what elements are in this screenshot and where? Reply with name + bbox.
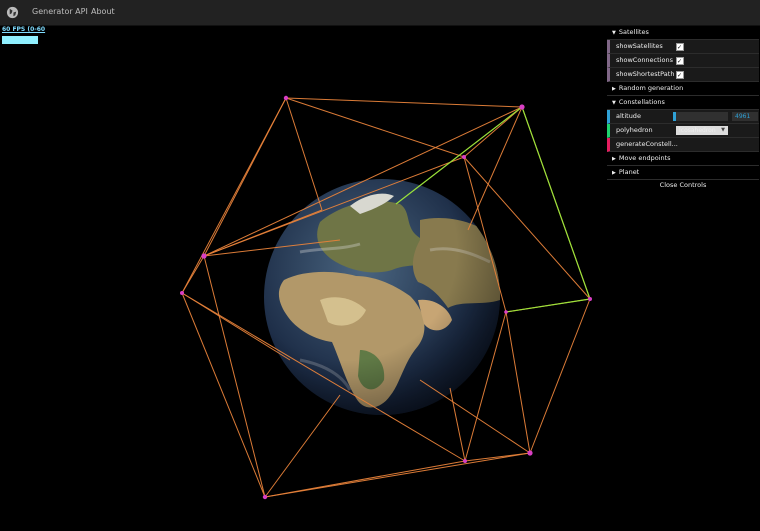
satellite-node[interactable] xyxy=(519,104,525,110)
show-connections-label: showConnections xyxy=(616,56,673,64)
altitude-input[interactable]: 4961 xyxy=(732,112,758,121)
chevron-down-icon: ▼ xyxy=(721,127,725,133)
satellite-node[interactable] xyxy=(462,155,466,159)
satellite-node[interactable] xyxy=(527,450,533,456)
altitude-slider-fill xyxy=(673,112,676,121)
caret-right-icon: ▶ xyxy=(612,170,616,176)
folder-constellations-label: Constellations xyxy=(618,98,665,106)
folder-satellites[interactable]: ▼ Satellites xyxy=(607,26,759,40)
folder-move-label: Move endpoints xyxy=(618,154,671,162)
folder-satellites-label: Satellites xyxy=(618,28,649,36)
satellite-node[interactable] xyxy=(504,310,508,314)
folder-move-endpoints[interactable]: ▶ Move endpoints xyxy=(607,152,759,166)
caret-down-icon: ▼ xyxy=(612,30,616,36)
folder-random-generation[interactable]: ▶ Random generation xyxy=(607,82,759,96)
satellite-node[interactable] xyxy=(588,297,592,301)
satellite-node[interactable] xyxy=(283,95,289,101)
altitude-row[interactable]: altitude 4961 xyxy=(607,110,759,124)
fps-graph xyxy=(2,36,38,44)
polyhedron-select-value: Icosahedron xyxy=(679,127,716,134)
caret-down-icon: ▼ xyxy=(612,100,616,106)
satellite-node[interactable] xyxy=(262,494,268,500)
folder-random-label: Random generation xyxy=(618,84,684,92)
folder-constellations[interactable]: ▼ Constellations xyxy=(607,96,759,110)
controls-panel: ▼Satellites showSatellites showConnectio… xyxy=(607,26,759,191)
generate-constellation-label: generateConstell... xyxy=(616,140,678,148)
nav-link-generator-api[interactable]: Generator API xyxy=(32,7,88,16)
show-satellites-row[interactable]: showSatellites xyxy=(607,40,759,54)
top-navbar: Generator API About xyxy=(0,0,760,26)
satellite-node[interactable] xyxy=(463,459,467,463)
folder-planet-label: Planet xyxy=(618,168,640,176)
caret-right-icon: ▶ xyxy=(612,86,616,92)
altitude-label: altitude xyxy=(616,112,641,120)
generate-constellation-button[interactable]: generateConstell... xyxy=(607,138,759,152)
show-shortest-path-checkbox[interactable] xyxy=(676,69,684,82)
globe-icon[interactable] xyxy=(6,6,19,19)
nav-link-about[interactable]: About xyxy=(91,7,115,16)
altitude-slider[interactable] xyxy=(673,112,728,121)
earth-globe xyxy=(264,179,500,415)
show-satellites-label: showSatellites xyxy=(616,42,663,50)
show-satellites-checkbox[interactable] xyxy=(676,41,684,54)
show-shortest-path-row[interactable]: showShortestPath xyxy=(607,68,759,82)
fps-text: 60 FPS (0-60 xyxy=(2,26,46,33)
polyhedron-select[interactable]: Icosahedron ▼ xyxy=(676,126,728,135)
folder-planet[interactable]: ▶ Planet xyxy=(607,166,759,180)
show-connections-row[interactable]: showConnections xyxy=(607,54,759,68)
satellite-node[interactable] xyxy=(201,253,207,259)
satellite-node[interactable] xyxy=(180,291,184,295)
show-connections-checkbox[interactable] xyxy=(676,55,684,68)
fps-stats[interactable]: 60 FPS (0-60 xyxy=(2,26,46,44)
show-shortest-path-label: showShortestPath xyxy=(616,70,674,78)
close-controls-button[interactable]: Close Controls xyxy=(607,180,759,191)
polyhedron-row[interactable]: polyhedron Icosahedron ▼ xyxy=(607,124,759,138)
caret-right-icon: ▶ xyxy=(612,156,616,162)
polyhedron-label: polyhedron xyxy=(616,126,653,134)
